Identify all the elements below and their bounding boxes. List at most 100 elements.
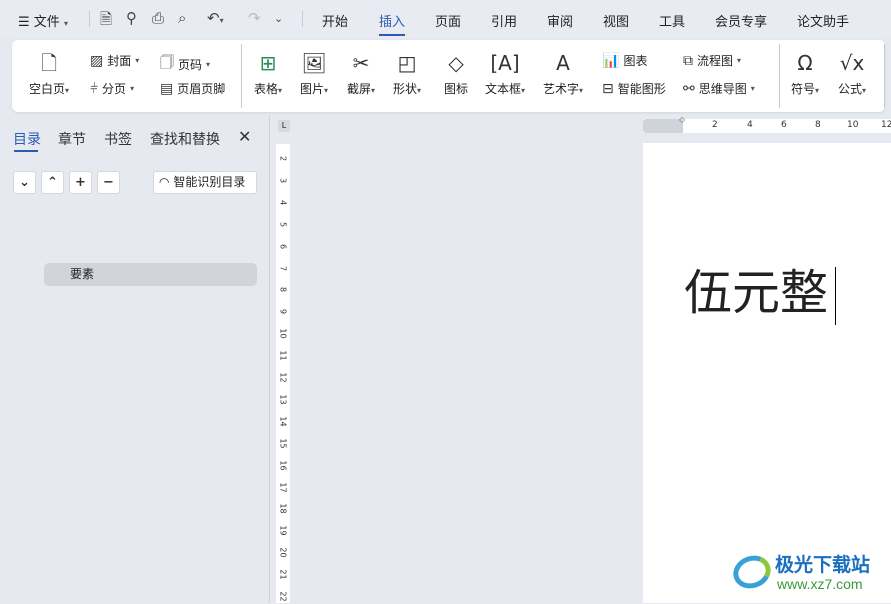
- print-icon[interactable]: ⎙: [152, 9, 164, 27]
- blank-page-button[interactable]: 🗋 空白页▾: [29, 50, 69, 97]
- chart-icon: 📊: [602, 52, 620, 69]
- label: 图表: [623, 54, 648, 68]
- label: 文本框: [485, 82, 522, 96]
- label: 智能识别目录: [173, 175, 246, 189]
- shape-icon: ◰: [397, 51, 417, 75]
- tab-member[interactable]: 会员专享: [715, 11, 767, 30]
- save-icon[interactable]: 🗎: [100, 9, 112, 34]
- ruler-tick: 10: [278, 328, 288, 339]
- ruler-tick: 17: [278, 481, 288, 493]
- ruler-tick: 2: [712, 120, 718, 130]
- ruler-tick: 4: [278, 199, 288, 205]
- label: 艺术字: [543, 82, 580, 96]
- navigation-panel: 目录 章节 书签 查找和替换 ✕ ⌄ ⌃ + − ◠ 智能识别目录 要素: [0, 115, 270, 603]
- ruler-tick: 11: [278, 350, 288, 361]
- remove-level-button[interactable]: −: [97, 171, 120, 194]
- picture-button[interactable]: 🖼 图片▾: [300, 50, 328, 97]
- add-level-button[interactable]: +: [69, 171, 92, 194]
- redo-icon[interactable]: ↷: [248, 9, 261, 27]
- vertical-ruler[interactable]: 2 3 4 5 6 7 8 9 10 11 12 13 14 15 16 17 18 19 20 21 22: [276, 144, 290, 603]
- horizontal-ruler[interactable]: ◇ 2 4 6 8 10 12: [643, 115, 891, 133]
- tab-page[interactable]: 页面: [435, 11, 461, 30]
- cover-button[interactable]: ▨ 封面 ▾: [90, 52, 139, 69]
- header-footer-button[interactable]: ▤ 页眉页脚: [160, 80, 225, 97]
- page-number-button[interactable]: 🗍 页码 ▾: [160, 52, 210, 76]
- flowchart-icon: ⧉: [683, 52, 693, 69]
- textbox-button[interactable]: [A] 文本框▾: [485, 50, 525, 97]
- watermark-logo: 极光下载站 www.xz7.com: [728, 550, 883, 596]
- close-icon[interactable]: ✕: [238, 127, 251, 146]
- formula-button[interactable]: √x 公式▾: [838, 50, 866, 97]
- document-page[interactable]: 伍元整: [643, 143, 891, 603]
- ruler-tick: 14: [278, 416, 288, 427]
- label: 思维导图: [698, 82, 747, 96]
- ruler-tick: 18: [278, 503, 288, 514]
- ribbon: 🗋 空白页▾ ▨ 封面 ▾ ⫩ 分页 ▾ 🗍 页码 ▾ ▤ 页眉页脚 ⊞ 表格▾ 🖼 图片▾ ✂ 截屏…: [12, 40, 885, 112]
- label: 表格: [254, 82, 279, 96]
- label: 封面: [107, 54, 132, 68]
- tab-insert[interactable]: 插入: [379, 11, 406, 36]
- mindmap-icon: ⚯: [683, 80, 695, 97]
- tab-view[interactable]: 视图: [603, 11, 629, 30]
- header-footer-icon: ▤: [160, 80, 174, 97]
- shape-button[interactable]: ◰ 形状▾: [393, 50, 421, 97]
- wordart-button[interactable]: A 艺术字▾: [543, 50, 583, 97]
- more-chevron-icon[interactable]: ⌄: [274, 12, 283, 25]
- ruler-tick: 20: [278, 547, 288, 558]
- ruler-tick: 19: [278, 525, 288, 536]
- ruler-tick: 12: [278, 372, 288, 383]
- tab-review[interactable]: 审阅: [547, 11, 573, 30]
- smartart-button[interactable]: ⊟ 智能图形: [602, 80, 666, 97]
- label: 页眉页脚: [177, 82, 226, 96]
- smart-toc-button[interactable]: ◠ 智能识别目录: [153, 171, 257, 194]
- text-cursor: [835, 267, 836, 325]
- ruler-tick: 15: [278, 438, 288, 449]
- tab-thesis[interactable]: 论文助手: [797, 11, 849, 30]
- icon-button[interactable]: ◇ 图标: [444, 50, 468, 97]
- menu-bar: ☰ 文件 ▾ 🗎 ⚲ ⎙ ⌕ ↶▾ ↷ ⌄ 开始 插入 页面 引用 审阅 视图 …: [0, 0, 891, 38]
- ruler-tick: 6: [781, 120, 787, 130]
- tab-stop-selector[interactable]: L: [278, 120, 290, 132]
- sqrt-icon: √x: [839, 51, 865, 75]
- screenshot-button[interactable]: ✂ 截屏▾: [347, 50, 375, 97]
- ruler-tick: 21: [278, 569, 288, 580]
- file-menu[interactable]: ☰ 文件 ▾: [18, 11, 68, 30]
- ruler-tick: 2: [278, 155, 288, 162]
- export-icon[interactable]: ⚲: [126, 9, 137, 27]
- tab-find-replace[interactable]: 查找和替换: [150, 129, 220, 149]
- wordart-icon: A: [556, 51, 570, 75]
- file-label: 文件: [33, 15, 60, 30]
- label: 符号: [791, 82, 816, 96]
- chart-button[interactable]: 📊 图表: [602, 52, 647, 69]
- print-preview-icon[interactable]: ⌕: [178, 9, 186, 27]
- tab-chapters[interactable]: 章节: [58, 129, 86, 149]
- watermark-name: 极光下载站: [775, 554, 871, 576]
- ruler-tick: 3: [278, 177, 288, 183]
- page-break-button[interactable]: ⫩ 分页 ▾: [90, 80, 134, 97]
- ruler-tick: 10: [847, 120, 859, 130]
- flowchart-button[interactable]: ⧉ 流程图 ▾: [683, 52, 741, 69]
- ruler-tick: 13: [278, 394, 288, 405]
- tab-tools[interactable]: 工具: [659, 11, 685, 30]
- toc-item[interactable]: 要素: [44, 263, 257, 286]
- tab-bookmarks[interactable]: 书签: [104, 129, 132, 149]
- tab-home[interactable]: 开始: [322, 11, 348, 30]
- logo-swirl-icon: [728, 550, 776, 594]
- undo-icon[interactable]: ↶▾: [207, 9, 224, 27]
- mindmap-button[interactable]: ⚯ 思维导图 ▾: [683, 80, 755, 97]
- divider: [241, 44, 242, 108]
- label: 分页: [102, 82, 127, 96]
- collapse-up-button[interactable]: ⌃: [41, 171, 64, 194]
- label: 空白页: [29, 82, 66, 96]
- expand-down-button[interactable]: ⌄: [13, 171, 36, 194]
- ruler-tick: 12: [881, 120, 891, 130]
- symbol-button[interactable]: Ω 符号▾: [791, 50, 819, 97]
- label: 智能图形: [617, 82, 666, 96]
- table-button[interactable]: ⊞ 表格▾: [254, 50, 282, 97]
- tab-references[interactable]: 引用: [491, 11, 517, 30]
- document-text[interactable]: 伍元整: [684, 265, 828, 321]
- indent-marker[interactable]: ◇: [679, 115, 688, 137]
- ruler-tick: 5: [278, 221, 288, 227]
- divider: [884, 44, 885, 108]
- tab-toc[interactable]: 目录: [13, 129, 41, 149]
